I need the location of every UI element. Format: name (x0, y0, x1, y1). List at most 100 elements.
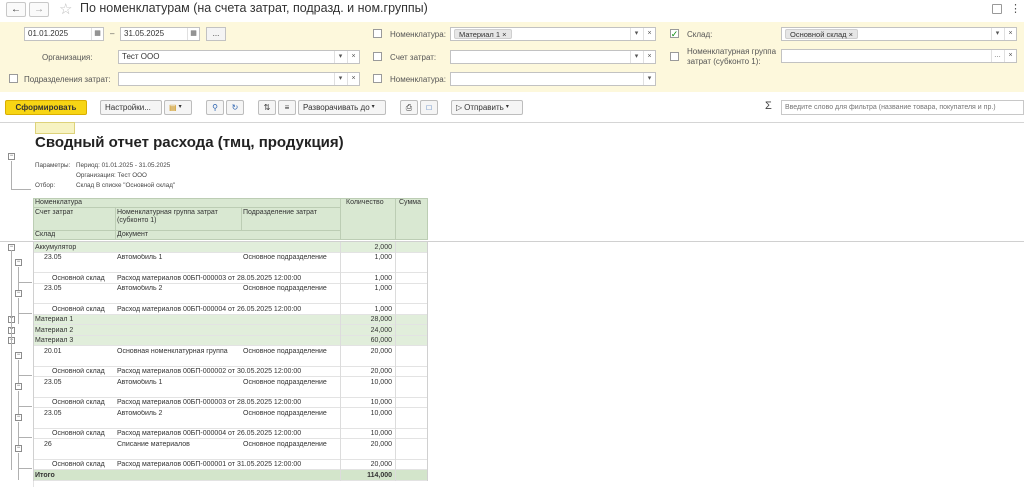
warehouse-checkbox[interactable]: ✓ (670, 29, 679, 38)
send-icon: ▷ (456, 103, 463, 112)
clear-icon[interactable]: × (1004, 28, 1016, 40)
dropdown-icon[interactable]: ▾ (643, 73, 655, 85)
collapse-toggle-icon[interactable]: − (15, 414, 22, 421)
group-line (11, 189, 31, 190)
group-button[interactable]: ≡ (278, 100, 296, 115)
table-border (33, 242, 428, 481)
expand-to-button[interactable]: Разворачивать до ▾ (298, 100, 386, 115)
nomenclature-field[interactable]: Материал 1 × ▾ × (450, 27, 656, 41)
period-select-button[interactable]: ... (206, 27, 226, 41)
subdivision-label: Подразделения затрат: (24, 75, 111, 84)
clear-icon[interactable]: × (643, 28, 655, 40)
warehouse-field[interactable]: Основной склад × ▾ × (781, 27, 1017, 41)
param-value: Период: 01.01.2025 - 31.05.2025 (76, 162, 171, 169)
nomgroup-field[interactable]: … × (781, 49, 1017, 63)
remove-tag-icon[interactable]: × (502, 30, 506, 39)
organization-field[interactable]: Тест ООО ▾ × (118, 50, 360, 64)
generate-button[interactable]: Сформировать (5, 100, 87, 115)
nomgroup-label: Номенклатурная группа затрат (субконто 1… (687, 47, 777, 66)
send-button[interactable]: ▷ Отправить ▾ (451, 100, 523, 115)
dropdown-icon[interactable]: ▾ (630, 28, 642, 40)
warehouse-tag[interactable]: Основной склад × (785, 29, 858, 39)
variant-button[interactable]: ▤ ▾ (164, 100, 192, 115)
nomenclature-checkbox[interactable] (373, 29, 382, 38)
arrow-left-icon: ← (11, 4, 21, 15)
group-line (18, 437, 32, 438)
subdivision-checkbox[interactable] (9, 74, 18, 83)
header-document: Документ (117, 231, 149, 238)
date-to-field[interactable]: 31.05.2025 ▦ (120, 27, 200, 41)
clear-icon[interactable]: × (1004, 50, 1016, 62)
print-button[interactable]: ⎙ (400, 100, 418, 115)
collapse-toggle-icon[interactable]: − (15, 445, 22, 452)
header-nomenclature: Номенклатура (35, 199, 82, 206)
clear-icon[interactable]: × (347, 51, 359, 63)
send-label: Отправить (464, 103, 504, 112)
expand-to-label: Разворачивать до (303, 103, 370, 112)
refresh-button[interactable]: ↻ (226, 100, 244, 115)
report-title: Сводный отчет расхода (тмц, продукция) (35, 134, 344, 151)
nomenclature2-field[interactable]: ▾ (450, 72, 656, 86)
header-quantity: Количество (346, 199, 384, 206)
nomenclature2-checkbox[interactable] (373, 74, 382, 83)
nomenclature-tag[interactable]: Материал 1 × (454, 29, 512, 39)
chevron-down-icon: ▾ (505, 104, 509, 110)
generate-label: Сформировать (15, 103, 77, 112)
header-divider (395, 198, 396, 240)
arrow-right-icon: → (34, 4, 44, 15)
calendar-icon[interactable]: ▦ (91, 28, 103, 40)
report-variant-icon: ▤ (169, 103, 177, 112)
find-button[interactable]: ⚲ (206, 100, 224, 115)
sort-button[interactable]: ⇅ (258, 100, 276, 115)
account-checkbox[interactable] (373, 52, 382, 61)
date-from-field[interactable]: 01.01.2025 ▦ (24, 27, 104, 41)
report-margin-line (33, 480, 34, 487)
select-icon[interactable]: … (991, 50, 1003, 62)
warehouse-label: Склад: (687, 30, 713, 39)
nomenclature-tag-label: Материал 1 (459, 30, 501, 39)
param-value: Организация: Тест ООО (76, 172, 147, 179)
date-from-value: 01.01.2025 (28, 29, 69, 38)
collapse-toggle-icon[interactable]: − (15, 258, 22, 266)
clear-icon[interactable]: × (643, 51, 655, 63)
calendar-icon[interactable]: ▦ (187, 28, 199, 40)
preview-button[interactable]: □ (420, 100, 438, 115)
header-divider (115, 207, 116, 240)
sum-sigma-icon[interactable]: Σ (765, 100, 772, 112)
group-line (18, 375, 32, 376)
filter-search-input[interactable] (781, 100, 1024, 115)
collapse-toggle-icon[interactable]: − (8, 153, 15, 160)
subdivision-field[interactable]: ▾ × (118, 72, 360, 86)
group-line (18, 297, 19, 324)
forward-button[interactable]: → (29, 2, 49, 17)
collapse-toggle-icon[interactable]: − (15, 383, 22, 390)
group-line (18, 281, 32, 283)
dropdown-icon[interactable]: ▾ (630, 51, 642, 63)
dropdown-icon[interactable]: ▾ (991, 28, 1003, 40)
sort-icon: ⇅ (263, 103, 271, 112)
save-icon[interactable] (992, 4, 1002, 14)
header-account: Счет затрат (35, 209, 74, 216)
collapse-toggle-icon[interactable]: − (15, 352, 22, 359)
remove-tag-icon[interactable]: × (849, 30, 853, 39)
dropdown-icon[interactable]: ▾ (334, 51, 346, 63)
group-line (18, 312, 32, 314)
settings-button[interactable]: Настройки... (100, 100, 162, 115)
filter-panel: 01.01.2025 ▦ – 31.05.2025 ▦ ... Организа… (0, 22, 1024, 92)
nomgroup-checkbox[interactable] (670, 52, 679, 61)
more-menu-icon[interactable]: ⋮ (1010, 2, 1021, 15)
clear-icon[interactable]: × (347, 73, 359, 85)
warehouse-tag-label: Основной склад (790, 30, 847, 39)
group-line (18, 468, 32, 469)
date-to-value: 31.05.2025 (124, 29, 165, 38)
selected-cell[interactable] (35, 122, 75, 134)
dropdown-icon[interactable]: ▾ (334, 73, 346, 85)
back-button[interactable]: ← (6, 2, 26, 17)
header-divider (33, 230, 340, 231)
param-label: Параметры: (35, 162, 71, 169)
date-separator: – (110, 29, 115, 38)
collapse-toggle-icon[interactable]: − (15, 289, 22, 297)
account-field[interactable]: ▾ × (450, 50, 656, 64)
favorite-star-icon[interactable]: ☆ (59, 0, 72, 18)
header-subdivision: Подразделение затрат (243, 209, 317, 216)
